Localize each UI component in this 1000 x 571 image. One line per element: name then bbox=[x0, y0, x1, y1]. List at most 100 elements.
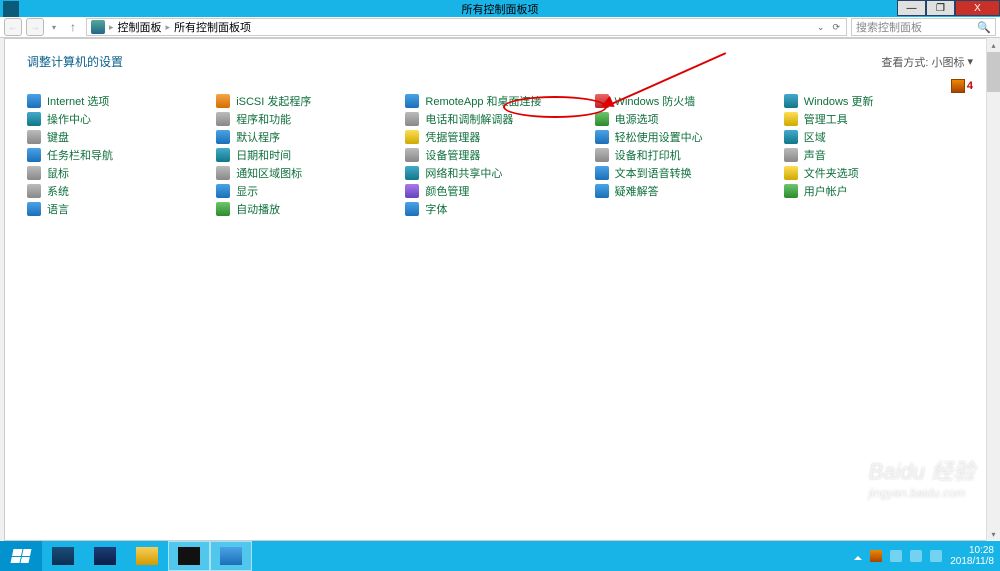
control-panel-item[interactable]: iSCSI 发起程序 bbox=[216, 92, 405, 110]
notification-flag[interactable]: 4 bbox=[951, 79, 973, 93]
start-button[interactable] bbox=[0, 541, 42, 571]
address-bar[interactable]: ▸ 控制面板 ▸ 所有控制面板项 ⌄ ⟳ bbox=[86, 18, 847, 36]
control-panel-item[interactable]: 默认程序 bbox=[216, 128, 405, 146]
control-panel-item[interactable]: 操作中心 bbox=[27, 110, 216, 128]
item-label[interactable]: 鼠标 bbox=[47, 165, 69, 181]
control-panel-item[interactable]: 日期和时间 bbox=[216, 146, 405, 164]
tray-ime-icon[interactable] bbox=[930, 550, 942, 562]
control-panel-item[interactable]: 凭据管理器 bbox=[405, 128, 594, 146]
nav-history-dropdown[interactable]: ▾ bbox=[48, 23, 60, 32]
item-label[interactable]: 用户帐户 bbox=[804, 183, 848, 199]
item-label[interactable]: RemoteApp 和桌面连接 bbox=[425, 93, 541, 109]
maximize-button[interactable]: ❐ bbox=[926, 0, 955, 16]
scroll-down-button[interactable]: ▾ bbox=[987, 527, 1000, 541]
control-panel-item[interactable]: 键盘 bbox=[27, 128, 216, 146]
item-icon bbox=[405, 148, 419, 162]
breadcrumb-current[interactable]: 所有控制面板项 bbox=[174, 19, 251, 35]
item-label[interactable]: 字体 bbox=[425, 201, 447, 217]
control-panel-item[interactable]: 疑难解答 bbox=[595, 182, 784, 200]
control-panel-item[interactable]: 声音 bbox=[784, 146, 973, 164]
flag-icon bbox=[951, 79, 965, 93]
control-panel-item[interactable]: 网络和共享中心 bbox=[405, 164, 594, 182]
taskbar-clock[interactable]: 10:28 2018/11/8 bbox=[950, 545, 994, 567]
control-panel-item[interactable]: 显示 bbox=[216, 182, 405, 200]
item-label[interactable]: 疑难解答 bbox=[615, 183, 659, 199]
control-panel-item[interactable]: 鼠标 bbox=[27, 164, 216, 182]
control-panel-item[interactable]: 区域 bbox=[784, 128, 973, 146]
item-label[interactable]: 电话和调制解调器 bbox=[425, 111, 513, 127]
item-label[interactable]: 区域 bbox=[804, 129, 826, 145]
minimize-button[interactable]: — bbox=[897, 0, 926, 16]
control-panel-item[interactable]: 字体 bbox=[405, 200, 594, 218]
control-panel-item[interactable]: 文本到语音转换 bbox=[595, 164, 784, 182]
item-label[interactable]: 程序和功能 bbox=[236, 111, 291, 127]
item-label[interactable]: 显示 bbox=[236, 183, 258, 199]
control-panel-item[interactable]: 用户帐户 bbox=[784, 182, 973, 200]
item-label[interactable]: 文件夹选项 bbox=[804, 165, 859, 181]
item-label[interactable]: 任务栏和导航 bbox=[47, 147, 113, 163]
item-label[interactable]: 键盘 bbox=[47, 129, 69, 145]
control-panel-item[interactable]: 电话和调制解调器 bbox=[405, 110, 594, 128]
close-button[interactable]: X bbox=[955, 0, 1000, 16]
item-label[interactable]: 日期和时间 bbox=[236, 147, 291, 163]
item-label[interactable]: 默认程序 bbox=[236, 129, 280, 145]
vertical-scrollbar[interactable]: ▴ ▾ bbox=[986, 38, 1000, 541]
item-label[interactable]: 文本到语音转换 bbox=[615, 165, 692, 181]
item-label[interactable]: 网络和共享中心 bbox=[425, 165, 502, 181]
control-panel-item[interactable]: 轻松使用设置中心 bbox=[595, 128, 784, 146]
scroll-up-button[interactable]: ▴ bbox=[987, 38, 1000, 52]
taskbar-explorer[interactable] bbox=[126, 541, 168, 571]
item-label[interactable]: Windows 防火墙 bbox=[615, 93, 696, 109]
tray-overflow-button[interactable] bbox=[854, 552, 862, 560]
control-panel-item[interactable]: Windows 更新 bbox=[784, 92, 973, 110]
taskbar-cmd[interactable] bbox=[168, 541, 210, 571]
nav-back-button[interactable]: ← bbox=[4, 18, 22, 36]
control-panel-item[interactable]: RemoteApp 和桌面连接 bbox=[405, 92, 594, 110]
scroll-thumb[interactable] bbox=[987, 52, 1000, 92]
item-label[interactable]: 凭据管理器 bbox=[425, 129, 480, 145]
item-label[interactable]: 自动播放 bbox=[236, 201, 280, 217]
item-label[interactable]: 系统 bbox=[47, 183, 69, 199]
item-label[interactable]: 操作中心 bbox=[47, 111, 91, 127]
control-panel-item[interactable]: 设备管理器 bbox=[405, 146, 594, 164]
control-panel-item[interactable]: 系统 bbox=[27, 182, 216, 200]
control-panel-item[interactable]: 文件夹选项 bbox=[784, 164, 973, 182]
item-label[interactable]: 电源选项 bbox=[615, 111, 659, 127]
taskbar-server-manager[interactable] bbox=[42, 541, 84, 571]
tray-volume-icon[interactable] bbox=[910, 550, 922, 562]
control-panel-item[interactable]: 电源选项 bbox=[595, 110, 784, 128]
control-panel-item[interactable]: 颜色管理 bbox=[405, 182, 594, 200]
address-dropdown-icon[interactable]: ⌄ bbox=[815, 22, 827, 33]
breadcrumb-root[interactable]: 控制面板 bbox=[118, 19, 162, 35]
item-label[interactable]: iSCSI 发起程序 bbox=[236, 93, 311, 109]
control-panel-item[interactable]: 语言 bbox=[27, 200, 216, 218]
tray-flag-icon[interactable] bbox=[870, 550, 882, 562]
item-label[interactable]: 轻松使用设置中心 bbox=[615, 129, 703, 145]
refresh-button[interactable]: ⟳ bbox=[830, 22, 842, 33]
search-input[interactable]: 搜索控制面板 🔍 bbox=[851, 18, 996, 36]
item-label[interactable]: Internet 选项 bbox=[47, 93, 109, 109]
nav-forward-button[interactable]: → bbox=[26, 18, 44, 36]
taskbar-control-panel[interactable] bbox=[210, 541, 252, 571]
control-panel-item[interactable]: 自动播放 bbox=[216, 200, 405, 218]
item-label[interactable]: 颜色管理 bbox=[425, 183, 469, 199]
item-label[interactable]: 通知区域图标 bbox=[236, 165, 302, 181]
control-panel-item[interactable]: 管理工具 bbox=[784, 110, 973, 128]
control-panel-item[interactable]: 设备和打印机 bbox=[595, 146, 784, 164]
tray-network-icon[interactable] bbox=[890, 550, 902, 562]
item-label[interactable]: 设备管理器 bbox=[425, 147, 480, 163]
item-label[interactable]: Windows 更新 bbox=[804, 93, 874, 109]
item-icon bbox=[595, 94, 609, 108]
item-label[interactable]: 语言 bbox=[47, 201, 69, 217]
view-by-selector[interactable]: 查看方式: 小图标 ▾ bbox=[881, 54, 973, 70]
item-label[interactable]: 设备和打印机 bbox=[615, 147, 681, 163]
nav-up-button[interactable]: ↑ bbox=[64, 18, 82, 36]
control-panel-item[interactable]: 通知区域图标 bbox=[216, 164, 405, 182]
taskbar-powershell[interactable] bbox=[84, 541, 126, 571]
control-panel-item[interactable]: Windows 防火墙 bbox=[595, 92, 784, 110]
item-label[interactable]: 声音 bbox=[804, 147, 826, 163]
control-panel-item[interactable]: 任务栏和导航 bbox=[27, 146, 216, 164]
control-panel-item[interactable]: Internet 选项 bbox=[27, 92, 216, 110]
item-label[interactable]: 管理工具 bbox=[804, 111, 848, 127]
control-panel-item[interactable]: 程序和功能 bbox=[216, 110, 405, 128]
